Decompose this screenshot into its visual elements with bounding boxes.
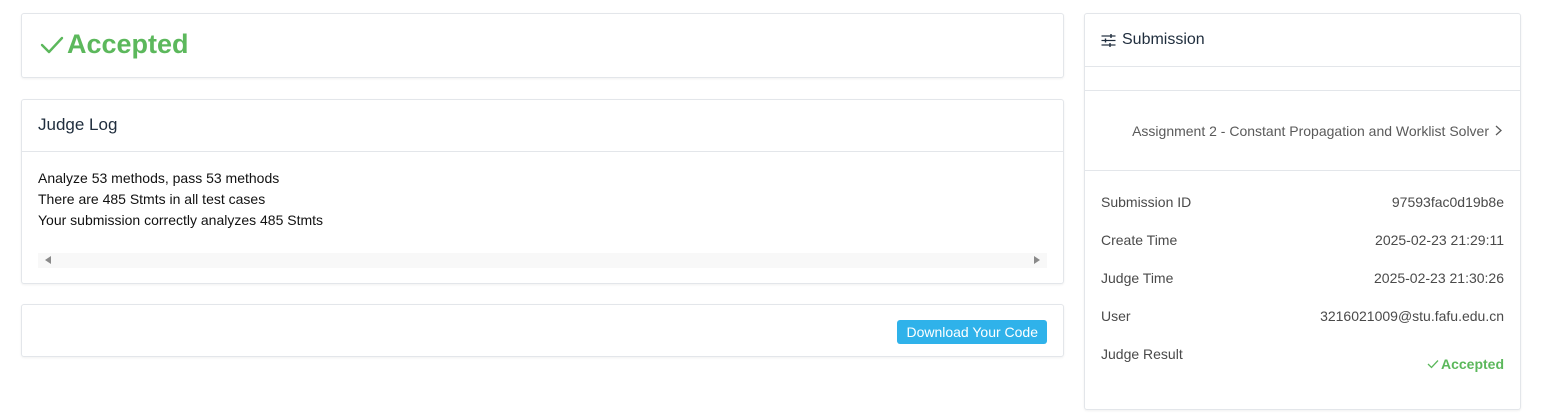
status-banner: Accepted <box>40 29 189 60</box>
scroll-left-arrow-icon[interactable] <box>45 256 51 264</box>
detail-value: 97593fac0d19b8e <box>1391 194 1504 210</box>
detail-value: 2025-02-23 21:29:11 <box>1375 232 1504 248</box>
detail-key: Submission ID <box>1101 194 1192 210</box>
detail-row-judge-time: Judge Time 2025-02-23 21:30:26 <box>1101 269 1504 307</box>
judge-result-badge: Accepted <box>1427 345 1504 383</box>
log-line: There are 485 Stmts in all test cases <box>38 191 266 207</box>
detail-row-submission-id: Submission ID 97593fac0d19b8e <box>1101 193 1504 231</box>
scroll-right-arrow-icon[interactable] <box>1034 256 1040 264</box>
log-line: Analyze 53 methods, pass 53 methods <box>38 170 280 186</box>
check-icon <box>40 36 64 53</box>
chevron-right-icon <box>1495 125 1502 136</box>
detail-key: Judge Result <box>1101 346 1183 362</box>
detail-row-judge-result: Judge Result Accepted <box>1101 345 1504 383</box>
detail-key: Judge Time <box>1101 270 1174 286</box>
assignment-link[interactable]: Assignment 2 - Constant Propagation and … <box>1085 91 1520 171</box>
status-label: Accepted <box>67 29 189 59</box>
submission-header: Submission <box>1085 14 1520 67</box>
judge-log-card: Judge Log Analyze 53 methods, pass 53 me… <box>21 99 1064 284</box>
divider <box>1085 67 1520 91</box>
judge-result-label: Accepted <box>1440 356 1504 372</box>
detail-row-create-time: Create Time 2025-02-23 21:29:11 <box>1101 231 1504 269</box>
check-icon <box>1427 360 1439 369</box>
detail-key: Create Time <box>1101 232 1178 248</box>
submission-title: Submission <box>1122 31 1205 48</box>
judge-log-title: Judge Log <box>22 100 1063 152</box>
detail-row-user: User 3216021009@stu.fafu.edu.cn <box>1101 307 1504 345</box>
sliders-icon <box>1101 33 1116 47</box>
status-card: Accepted <box>21 13 1064 78</box>
log-line: Your submission correctly analyzes 485 S… <box>38 212 324 228</box>
horizontal-scrollbar[interactable] <box>38 253 1047 268</box>
detail-value: 3216021009@stu.fafu.edu.cn <box>1320 308 1504 324</box>
submission-card: Submission Assignment 2 - Constant Propa… <box>1084 13 1521 410</box>
detail-value: 2025-02-23 21:30:26 <box>1374 270 1504 286</box>
detail-key: User <box>1101 308 1131 324</box>
judge-log-output: Analyze 53 methods, pass 53 methods Ther… <box>38 168 1047 231</box>
download-code-button[interactable]: Download Your Code <box>897 320 1047 344</box>
submission-details: Submission ID 97593fac0d19b8e Create Tim… <box>1085 171 1520 383</box>
assignment-label: Assignment 2 - Constant Propagation and … <box>1132 122 1489 139</box>
download-card: Download Your Code <box>21 304 1064 357</box>
